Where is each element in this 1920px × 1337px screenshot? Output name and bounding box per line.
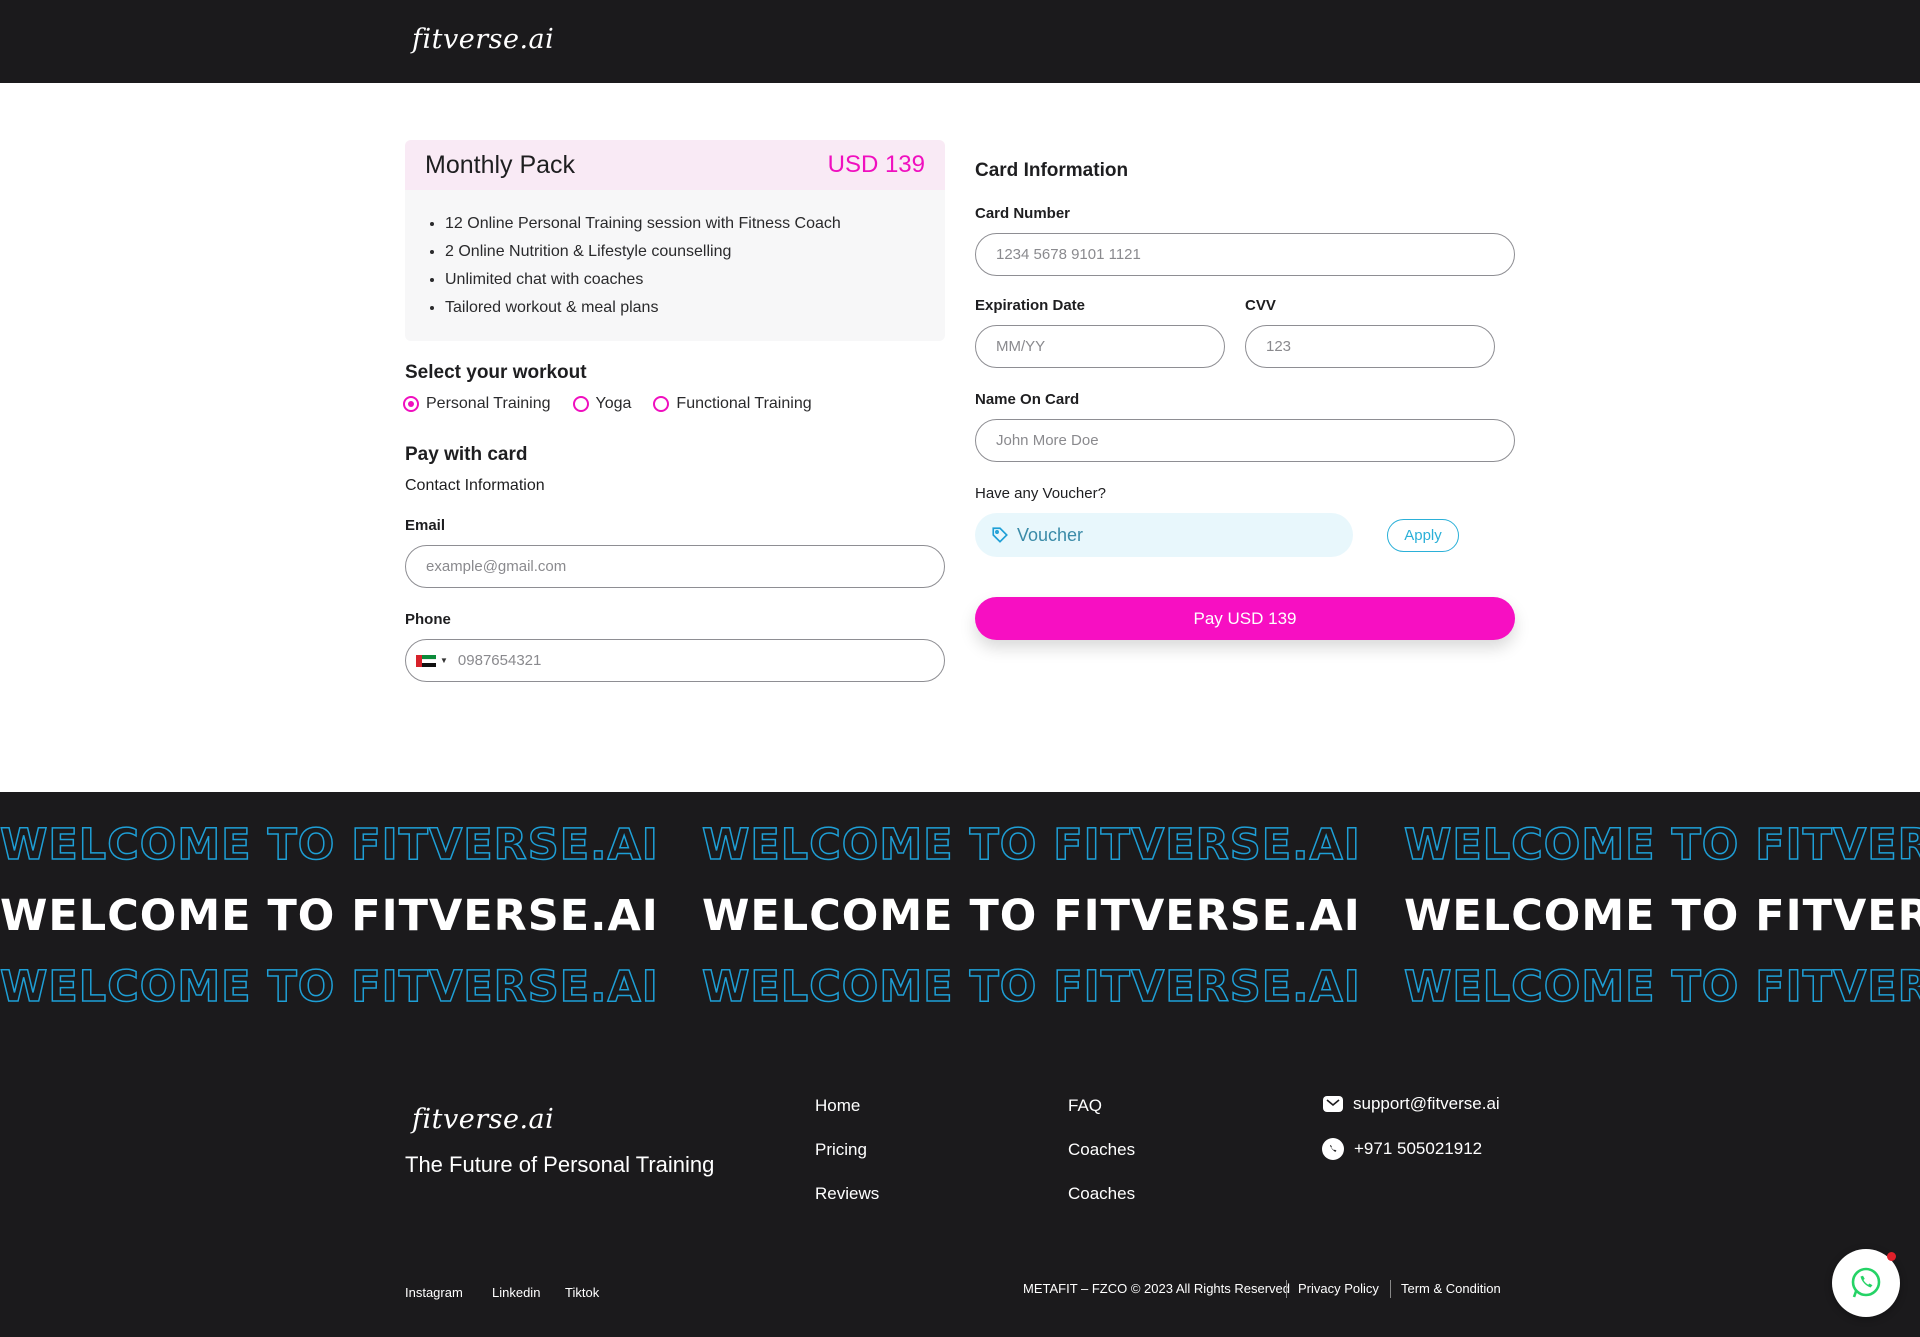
social-link-tiktok[interactable]: Tiktok	[565, 1285, 599, 1300]
expiry-label: Expiration Date	[975, 297, 1086, 314]
tag-icon	[992, 527, 1008, 543]
radio-personal-training[interactable]: Personal Training	[403, 395, 551, 413]
radio-label: Personal Training	[426, 395, 551, 412]
footer-link-pricing[interactable]: Pricing	[815, 1140, 867, 1160]
pack-header: Monthly Pack USD 139	[405, 140, 945, 190]
mail-icon	[1323, 1096, 1343, 1112]
privacy-policy-link[interactable]: Privacy Policy	[1298, 1281, 1379, 1296]
divider	[1286, 1280, 1287, 1298]
radio-functional-training[interactable]: Functional Training	[653, 395, 812, 413]
pack-title: Monthly Pack	[425, 150, 576, 179]
footer-phone-text: +971 505021912	[1354, 1139, 1483, 1158]
phone-field[interactable]: ▼ 0987654321	[405, 639, 945, 682]
country-selector[interactable]: ▼	[416, 654, 448, 667]
name-placeholder: John More Doe	[996, 432, 1099, 449]
cvv-placeholder: 123	[1266, 338, 1292, 355]
divider	[1390, 1280, 1391, 1298]
marquee-text: WELCOME TO FITVERSE.AI	[702, 891, 1361, 941]
apply-voucher-button[interactable]: Apply	[1387, 519, 1459, 552]
terms-link[interactable]: Term & Condition	[1401, 1281, 1501, 1296]
chevron-down-icon: ▼	[440, 656, 448, 665]
card-info-title: Card Information	[975, 160, 1129, 181]
footer-link-reviews[interactable]: Reviews	[815, 1184, 879, 1204]
card-number-label: Card Number	[975, 205, 1071, 222]
footer-link-faq[interactable]: FAQ	[1068, 1096, 1102, 1116]
marquee-text: WELCOME TO FITVERSE.AI	[0, 891, 659, 941]
expiry-field[interactable]: MM/YY	[975, 325, 1225, 368]
marquee-text: WELCOME TO FITVERSE.AI	[0, 819, 659, 871]
pack-price: USD 139	[827, 151, 925, 178]
pay-button[interactable]: Pay USD 139	[975, 597, 1515, 640]
notification-badge	[1887, 1252, 1896, 1261]
workout-radio-group: Personal Training Yoga Functional Traini…	[403, 395, 812, 413]
footer-email-text: support@fitverse.ai	[1353, 1094, 1500, 1113]
marquee-row-outline: WELCOME TO FITVERSE.AI WELCOME TO FITVER…	[0, 819, 1920, 871]
phone-label: Phone	[405, 611, 451, 628]
card-number-field[interactable]: 1234 5678 9101 1121	[975, 233, 1515, 276]
marquee-text: WELCOME TO FITVERSE.AI	[1403, 961, 1920, 1013]
marquee-text: WELCOME TO FITVERSE.AI	[1403, 819, 1920, 871]
footer-email[interactable]: support@fitverse.ai	[1323, 1094, 1500, 1114]
cvv-field[interactable]: 123	[1245, 325, 1495, 368]
workout-title: Select your workout	[405, 362, 587, 383]
social-link-instagram[interactable]: Instagram	[405, 1285, 463, 1300]
voucher-placeholder: Voucher	[1017, 524, 1084, 545]
pack-feature: 12 Online Personal Training session with…	[445, 210, 945, 238]
radio-selected-icon	[403, 396, 419, 412]
top-bar: fitverse.ai	[0, 0, 1920, 83]
footer-phone[interactable]: +971 505021912	[1322, 1138, 1482, 1160]
name-on-card-label: Name On Card	[975, 391, 1080, 408]
pack-features: 12 Online Personal Training session with…	[405, 190, 945, 322]
cvv-label: CVV	[1245, 297, 1276, 314]
marquee-text: WELCOME TO FITVERSE.AI	[701, 961, 1361, 1013]
expiry-placeholder: MM/YY	[996, 338, 1046, 355]
pack-feature: Tailored workout & meal plans	[445, 294, 945, 322]
social-link-linkedin[interactable]: Linkedin	[492, 1285, 540, 1300]
marquee-text: WELCOME TO FITVERSE.AI	[1404, 891, 1920, 941]
email-field[interactable]: example@gmail.com	[405, 545, 945, 588]
footer: WELCOME TO FITVERSE.AI WELCOME TO FITVER…	[0, 792, 1920, 1337]
footer-logo[interactable]: fitverse.ai	[412, 1104, 554, 1135]
voucher-label: Have any Voucher?	[975, 485, 1106, 502]
footer-link-home[interactable]: Home	[815, 1096, 860, 1116]
radio-label: Functional Training	[676, 395, 812, 412]
marquee-row-outline: WELCOME TO FITVERSE.AI WELCOME TO FITVER…	[0, 961, 1920, 1013]
pack-feature: Unlimited chat with coaches	[445, 266, 945, 294]
footer-link-coaches[interactable]: Coaches	[1068, 1140, 1135, 1160]
phone-placeholder: 0987654321	[457, 652, 542, 669]
radio-icon	[653, 396, 670, 412]
footer-link-coaches[interactable]: Coaches	[1068, 1184, 1135, 1204]
whatsapp-icon	[1322, 1138, 1344, 1160]
logo[interactable]: fitverse.ai	[412, 24, 554, 55]
name-on-card-field[interactable]: John More Doe	[975, 419, 1515, 462]
email-placeholder: example@gmail.com	[426, 558, 567, 575]
radio-label: Yoga	[595, 395, 632, 412]
email-label: Email	[405, 517, 446, 534]
marquee-row-solid: WELCOME TO FITVERSE.AI WELCOME TO FITVER…	[0, 891, 1920, 941]
pack-feature: 2 Online Nutrition & Lifestyle counselli…	[445, 238, 945, 266]
radio-icon	[572, 396, 589, 412]
footer-tagline: The Future of Personal Training	[405, 1152, 715, 1177]
radio-yoga[interactable]: Yoga	[572, 395, 632, 413]
voucher-input[interactable]: Voucher	[975, 513, 1353, 557]
marquee-text: WELCOME TO FITVERSE.AI	[0, 961, 659, 1013]
card-number-placeholder: 1234 5678 9101 1121	[996, 246, 1141, 263]
marquee-text: WELCOME TO FITVERSE.AI	[701, 819, 1361, 871]
pay-with-card-title: Pay with card	[405, 444, 528, 465]
whatsapp-icon	[1851, 1267, 1881, 1298]
contact-info-subtitle: Contact Information	[405, 477, 545, 494]
copyright: METAFIT – FZCO © 2023 All Rights Reserve…	[1023, 1281, 1291, 1296]
uae-flag-icon	[416, 654, 436, 667]
pack-card: Monthly Pack USD 139 12 Online Personal …	[405, 140, 945, 341]
